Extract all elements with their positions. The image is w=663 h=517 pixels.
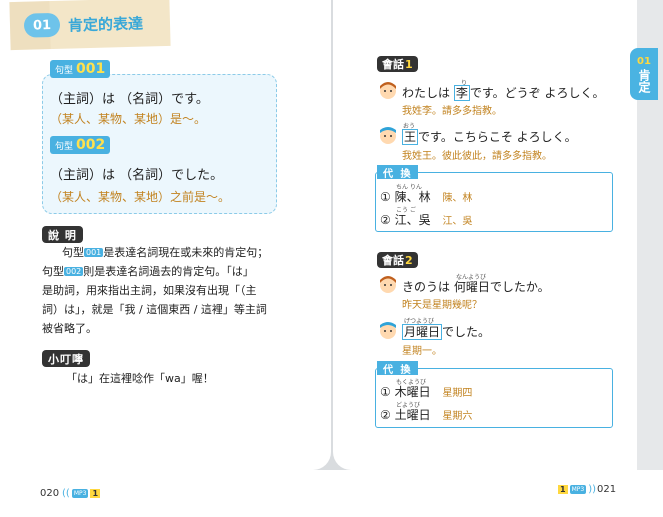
substitution-slot: 王 — [402, 129, 419, 145]
pattern-ref: 001 — [84, 248, 104, 257]
substitution-row: ② 土曜日 星期六 — [380, 406, 472, 423]
side-tab-label: 肯定 — [637, 69, 651, 93]
row-number: ② — [380, 213, 391, 227]
conversation-label-text: 會話 — [382, 254, 404, 267]
conversation-2-zh-a: 昨天是星期幾呢？ — [402, 300, 482, 311]
mp3-number: 1 — [558, 484, 568, 494]
girl-avatar-icon — [380, 276, 396, 293]
row-number: ① — [380, 385, 391, 399]
conversation-1-zh-a: 我姓李。請多多指教。 — [402, 106, 502, 117]
pattern-cn: （某人、某物、某地）是～。 — [50, 112, 207, 126]
side-tab-number: 01 — [637, 56, 651, 67]
conversation-2-label: 會話 2 — [377, 252, 418, 268]
explain-line: 句型 001 是表達名詞現在或未來的肯定句； — [62, 244, 268, 262]
pattern-tag-number: 001 — [76, 61, 106, 77]
substitution-slot: 李 — [453, 85, 470, 101]
lesson-number-badge: 01 — [23, 12, 61, 38]
jp-text: です。こちらこそ よろしく。 — [418, 130, 577, 144]
jp-text: 江、吳 — [394, 213, 431, 227]
row-number: ② — [380, 408, 391, 422]
pattern-tag-002: 句型 002 — [50, 136, 111, 154]
conversation-1-line-b: 王です。こちらこそ よろしく。 — [402, 128, 577, 145]
audio-waves-icon: (( — [62, 487, 70, 499]
pattern-cn: （某人、某物、某地）之前是～。 — [50, 190, 231, 204]
explain-text: 句型 — [62, 246, 84, 259]
explain-line: 是助詞，用來指出主詞，如果沒有出現「（主 — [42, 284, 257, 297]
zh-text: 江、吳 — [442, 216, 473, 227]
conversation-2-line-b: 月曜日 でした。 — [402, 323, 490, 340]
explain-line: 句型 002 則是表達名詞過去的肯定句。「は」 — [42, 263, 254, 281]
conversation-label-text: 會話 — [382, 58, 404, 71]
boy-avatar-icon — [380, 127, 396, 144]
pattern-tag-label: 句型 — [55, 65, 74, 76]
conversation-1-zh-b: 我姓王。彼此彼此，請多多指教。 — [402, 151, 552, 162]
jp-text: でしたか。 — [489, 280, 550, 294]
conversation-1-label: 會話 1 — [377, 56, 418, 72]
conversation-1-line-a: わたしは 李です。どうぞ よろしく。 — [402, 84, 604, 101]
jp-text: でした。 — [442, 325, 491, 339]
side-tab[interactable]: 01 肯定 — [630, 48, 658, 100]
jp-text: 土曜日 — [394, 408, 431, 422]
page-number-left: 020 — [40, 488, 60, 499]
boy-avatar-icon — [380, 322, 396, 339]
lesson-title: 肯定的表達 — [67, 14, 144, 35]
row-number: ① — [380, 190, 391, 204]
conversation-2-line-a: きのうは 何曜日でしたか。 — [402, 278, 550, 295]
jp-text: です。どうぞ よろしく。 — [469, 86, 605, 100]
substitution-slot: 月曜日 — [402, 324, 443, 340]
jp-text: 陳、林 — [394, 190, 431, 204]
pattern-ref: 002 — [64, 267, 84, 276]
lesson-header: 01 肯定的表達 — [9, 0, 171, 51]
mp3-track-right[interactable]: 1 MP3 )) — [558, 482, 596, 496]
explain-line: 被省略了。 — [42, 322, 97, 335]
pattern-tag-number: 002 — [76, 137, 106, 153]
explain-label: 說 明 — [42, 226, 83, 243]
mp3-label: MP3 — [71, 488, 89, 498]
substitution-head: 代 換 — [377, 361, 419, 376]
conversation-2-zh-b: 星期一。 — [402, 346, 442, 357]
pattern-tag-label: 句型 — [55, 141, 74, 152]
mp3-label: MP3 — [569, 484, 587, 494]
substitution-head: 代 換 — [377, 165, 419, 180]
explain-line: 詞）は」，就是「我 / 這個東西 / 這裡」等主詞 — [42, 303, 267, 316]
tip-label: 小叮嚀 — [42, 350, 90, 367]
pattern-jp: （主詞）は （名詞）です。 — [50, 92, 209, 107]
substitution-row: ② 江、吳 江、吳 — [380, 211, 472, 228]
zh-text: 星期四 — [442, 388, 473, 399]
jp-text: 木曜日 — [394, 385, 431, 399]
explain-text: 句型 — [42, 265, 64, 278]
mp3-track-left[interactable]: (( MP3 1 — [62, 486, 101, 500]
explain-text: 則是表達名詞過去的肯定句。「は」 — [83, 265, 254, 278]
explain-text: 是表達名詞現在或未來的肯定句； — [103, 246, 269, 259]
jp-text: わたしは — [402, 86, 451, 100]
zh-text: 星期六 — [442, 411, 473, 422]
page-number-right: 021 — [597, 484, 617, 495]
pattern-jp: （主詞）は （名詞）でした。 — [50, 168, 224, 183]
mp3-number: 1 — [90, 488, 101, 498]
jp-word: 何曜日 — [453, 280, 490, 294]
zh-text: 陳、林 — [442, 193, 473, 204]
jp-text: きのうは — [402, 280, 451, 294]
girl-avatar-icon — [380, 82, 396, 99]
conversation-number: 2 — [405, 253, 413, 267]
audio-waves-icon: )) — [588, 483, 597, 495]
conversation-number: 1 — [405, 57, 413, 71]
pattern-tag-001: 句型 001 — [50, 60, 111, 78]
tip-text: 「は」在這裡唸作「wa」喔！ — [66, 372, 214, 385]
substitution-row: ① 木曜日 星期四 — [380, 383, 472, 400]
substitution-row: ① 陳、林 陳、林 — [380, 188, 472, 205]
